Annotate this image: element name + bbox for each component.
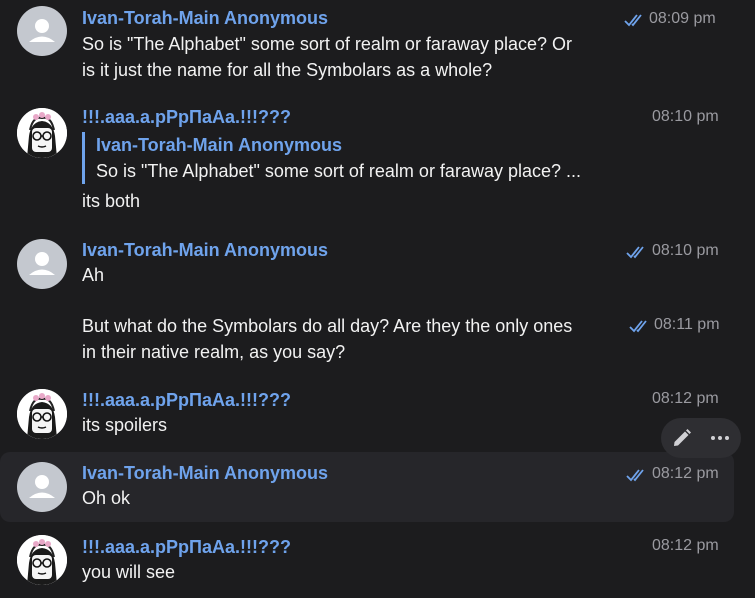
timestamp: 08:10 pm [652,108,719,125]
sender-name[interactable]: !!!.aaa.a.pPpПaAa.!!!??? [82,390,291,411]
double-check-icon [626,469,644,482]
pencil-icon[interactable] [670,426,694,450]
timestamp: 08:12 pm [652,390,719,407]
avatar[interactable] [17,6,67,56]
message-text-line: Oh ok [82,488,131,508]
user-silhouette-icon [29,19,55,42]
message-text-line: in their native realm, as you say? [82,342,346,362]
user-silhouette-icon [29,252,55,275]
timestamp: 08:12 pm [652,465,719,482]
sender-name[interactable]: Ivan-Torah-Main Anonymous [82,8,328,29]
double-check-icon [629,320,647,333]
timestamp: 08:10 pm [652,242,719,259]
avatar[interactable] [17,239,67,289]
avatar[interactable] [17,535,67,585]
timestamp: 08:09 pm [649,10,716,27]
message-text-line: its both [82,191,141,211]
message-text-line: is it just the name for all the Symbolar… [82,60,493,80]
message-text-line: you will see [82,562,176,582]
drawn-character-avatar [17,535,67,585]
sender-name[interactable]: Ivan-Torah-Main Anonymous [82,463,328,484]
reply-quote-sender: Ivan-Torah-Main Anonymous [96,135,343,155]
user-silhouette-icon [29,475,55,498]
reply-quote[interactable]: Ivan-Torah-Main Anonymous So is "The Alp… [82,132,581,184]
more-horizontal-icon[interactable] [708,426,732,450]
double-check-icon [626,246,644,259]
sender-name[interactable]: !!!.aaa.a.pPpПaAa.!!!??? [82,107,291,128]
double-check-icon [624,14,642,27]
message-text-line: its spoilers [82,415,168,435]
timestamp: 08:12 pm [652,537,719,554]
message-text-line: But what do the Symbolars do all day? Ar… [82,316,573,336]
timestamp: 08:11 pm [654,316,720,333]
avatar[interactable] [17,108,67,158]
message-text-line: So is "The Alphabet" some sort of realm … [82,34,572,54]
avatar[interactable] [17,389,67,439]
reply-quote-text: So is "The Alphabet" some sort of realm … [96,161,582,181]
avatar[interactable] [17,462,67,512]
drawn-character-avatar [17,389,67,439]
chat-history: Ivan-Torah-Main Anonymous So is "The Alp… [0,0,755,598]
sender-name[interactable]: !!!.aaa.a.pPpПaAa.!!!??? [82,537,291,558]
message-actions [661,418,741,458]
drawn-character-avatar [17,108,67,158]
message-text-line: Ah [82,265,105,285]
sender-name[interactable]: Ivan-Torah-Main Anonymous [82,240,328,261]
